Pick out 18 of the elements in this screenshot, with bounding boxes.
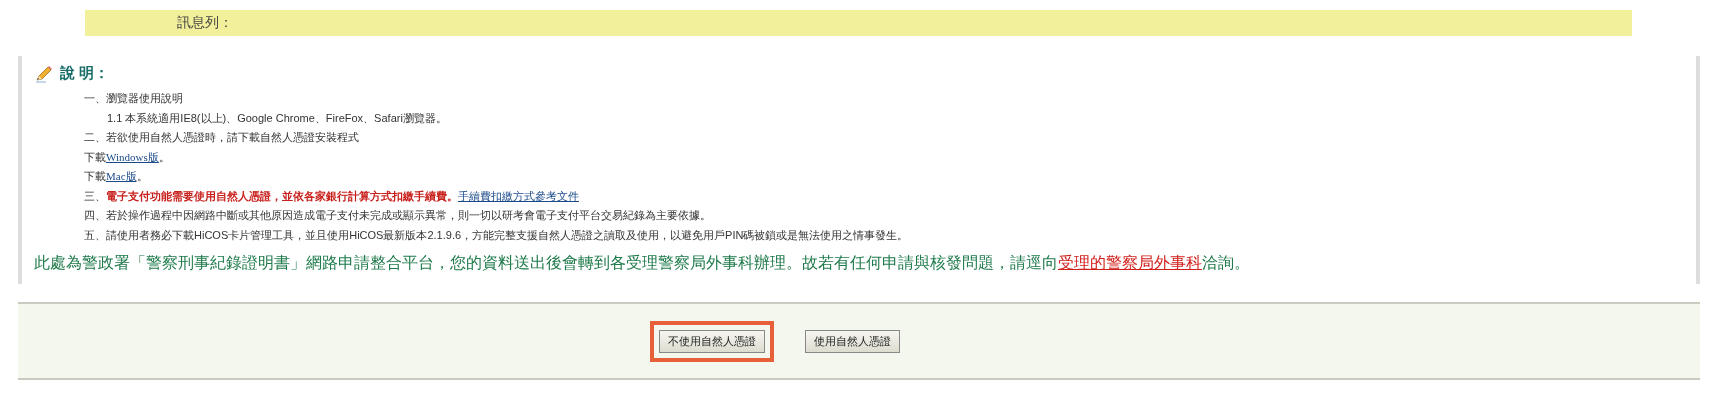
note-line: 下載Mac版。 [84,169,149,184]
message-bar-label: 訊息列： [177,14,233,32]
note-line: 下載Windows版。 [84,149,171,165]
certificate-button[interactable]: 不使用自然人憑證 [658,329,765,353]
certificate-button[interactable]: 使用自然人憑證 [804,329,900,353]
download-link[interactable]: Windows版 [106,150,159,163]
notes-heading: 說 明： [60,64,110,83]
note-line: 三、電子支付功能需要使用自然人憑證，並依各家銀行計算方式扣繳手續費。手續費扣繳方式參考文件 [84,188,580,204]
note-line: 一、瀏覽器使用說明 [84,91,184,106]
note-line: 四、若於操作過程中因網路中斷或其他原因造成電子支付未完成或顯示異常，則一切以研考會電子支付平台交易紀錄為主要依據。 [84,208,712,223]
pencil-icon [34,64,54,83]
notice-text: 此處為警政署「警察刑事紀錄證明書」網路申請整合平台，您的資料送出後會轉到各受理警察局外事科辦理。故若有任何申請與核發問題，請逕向受理的警察局外事科洽詢。 [34,253,1251,273]
download-link[interactable]: Mac版 [106,170,137,182]
note-line: 1.1 本系統適用IE8(以上)、Google Chrome、FireFox、Safari瀏覽器。 [107,110,448,126]
note-line: 五、請使用者務必下載HiCOS卡片管理工具，並且使用HiCOS最新版本2.1.9.6，方能完整支援自然人憑證之讀取及使用，以避免用戶PIN碼被鎖或是無法使用之情事發生。 [84,227,910,243]
office-link[interactable]: 受理的警察局外事科 [1058,254,1202,271]
download-link[interactable]: 手續費扣繳方式參考文件 [458,189,579,202]
note-line: 二、若欲使用自然人憑證時，請下載自然人憑證安裝程式 [84,130,360,145]
